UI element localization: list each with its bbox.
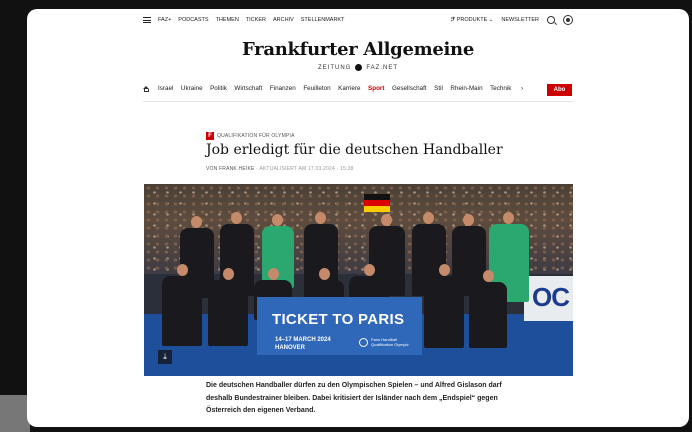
player-head <box>381 214 392 226</box>
handball-logo-icon <box>359 337 368 347</box>
user-account-icon[interactable] <box>563 15 573 25</box>
banner-title: TICKET TO PARIS <box>272 311 405 328</box>
player-head <box>231 212 242 224</box>
article-byline: VON FRANK HEIKE · AKTUALISIERT AM 17.03.… <box>206 166 354 172</box>
player-head <box>315 212 326 224</box>
player-figure <box>469 282 507 348</box>
nav-item-finanzen[interactable]: Finanzen <box>270 85 296 92</box>
background-shape <box>0 395 30 432</box>
top-link-ticker[interactable]: TICKER <box>246 17 266 23</box>
top-bar: FAZ+ PODCASTS THEMEN TICKER ARCHIV STELL… <box>27 9 689 33</box>
banner-date: 14–17 MARCH 2024 HANOVER <box>275 336 331 352</box>
logo-subline: ZEITUNG FAZ.NET <box>27 64 689 71</box>
nav-item-karriere[interactable]: Karriere <box>338 85 360 92</box>
logo-sub-left: ZEITUNG <box>317 65 352 72</box>
top-bar-right: ℱ PRODUKTE ⌄ NEWSLETTER <box>451 15 573 25</box>
produkte-menu[interactable]: ℱ PRODUKTE ⌄ <box>451 17 494 23</box>
top-link-archiv[interactable]: ARCHIV <box>273 17 294 23</box>
produkte-label: PRODUKTE <box>456 17 488 23</box>
banner-logo-line2: Qualification Olympic <box>371 342 409 347</box>
player-head <box>483 270 494 282</box>
player-head <box>439 264 450 276</box>
player-head <box>268 268 279 280</box>
faz-plus-badge-icon: F <box>206 132 214 140</box>
ad-board-text: OC <box>532 282 570 312</box>
player-head <box>223 268 234 280</box>
top-bar-left: FAZ+ PODCASTS THEMEN TICKER ARCHIV STELL… <box>143 17 344 23</box>
logo-dot-icon <box>355 64 363 71</box>
player-head <box>191 216 202 228</box>
nav-item-stil[interactable]: Stil <box>434 85 443 92</box>
player-figure <box>162 276 202 346</box>
nav-item-technik[interactable]: Technik <box>490 85 511 92</box>
chevron-down-icon: ⌄ <box>488 17 494 23</box>
search-icon[interactable] <box>547 16 555 24</box>
german-flag-icon <box>364 194 390 212</box>
banner-date-line: 14–17 MARCH 2024 <box>275 337 331 343</box>
article-kicker: F QUALIFIKATION FÜR OLYMPIA <box>206 132 295 140</box>
byline-author[interactable]: VON FRANK HEIKE <box>206 166 255 172</box>
player-figure <box>208 280 248 346</box>
main-nav: Israel Ukraine Politik Wirtschaft Finanz… <box>143 85 530 92</box>
nav-item-feuilleton[interactable]: Feuilleton <box>303 85 330 92</box>
nav-divider <box>143 101 573 102</box>
banner-event-logo: Paris Handball Qualification Olympic <box>359 337 409 347</box>
home-icon[interactable] <box>143 85 150 92</box>
banner-city-line: HANOVER <box>275 345 306 351</box>
logo-sub-right: FAZ.NET <box>366 65 398 72</box>
player-head <box>177 264 188 276</box>
nav-item-wirtschaft[interactable]: Wirtschaft <box>234 85 262 92</box>
nav-item-ukraine[interactable]: Ukraine <box>181 85 203 92</box>
article-headline: Job erledigt für die deutschen Handballe… <box>206 142 503 158</box>
top-link-podcasts[interactable]: PODCASTS <box>178 17 208 23</box>
menu-icon[interactable] <box>143 17 151 23</box>
player-head <box>463 214 474 226</box>
byline-updated: · AKTUALISIERT AM 17.03.2024 · 15:38 <box>256 166 354 172</box>
top-link-faz-plus[interactable]: FAZ+ <box>158 17 171 23</box>
player-head <box>319 268 330 280</box>
player-head <box>272 214 283 226</box>
newsletter-link[interactable]: NEWSLETTER <box>501 17 539 23</box>
abo-button[interactable]: Abo <box>547 84 572 96</box>
player-head <box>364 264 375 276</box>
player-head <box>503 212 514 224</box>
player-head <box>423 212 434 224</box>
top-link-stellenmarkt[interactable]: STELLENMARKT <box>301 17 345 23</box>
image-download-icon[interactable]: ⤓ <box>158 350 172 364</box>
faz-mini-logo-icon: ℱ <box>450 17 456 23</box>
player-figure <box>262 226 294 288</box>
nav-item-sport[interactable]: Sport <box>368 85 384 92</box>
top-link-themen[interactable]: THEMEN <box>216 17 239 23</box>
kicker-text: QUALIFIKATION FÜR OLYMPIA <box>217 133 295 139</box>
nav-item-politik[interactable]: Politik <box>210 85 227 92</box>
nav-item-gesellschaft[interactable]: Gesellschaft <box>392 85 427 92</box>
nav-scroll-right-icon[interactable]: › <box>521 85 523 92</box>
article-teaser: Die deutschen Handballer dürfen zu den O… <box>206 382 502 414</box>
player-figure <box>424 276 464 348</box>
site-logo[interactable]: Frankfurter Allgemeine <box>27 39 689 60</box>
browser-page: FAZ+ PODCASTS THEMEN TICKER ARCHIV STELL… <box>27 9 689 427</box>
hero-image[interactable]: OC <box>144 184 573 376</box>
nav-item-israel[interactable]: Israel <box>158 85 173 92</box>
banner-logo-text: Paris Handball Qualification Olympic <box>371 337 409 347</box>
nav-item-rhein-main[interactable]: Rhein-Main <box>450 85 482 92</box>
